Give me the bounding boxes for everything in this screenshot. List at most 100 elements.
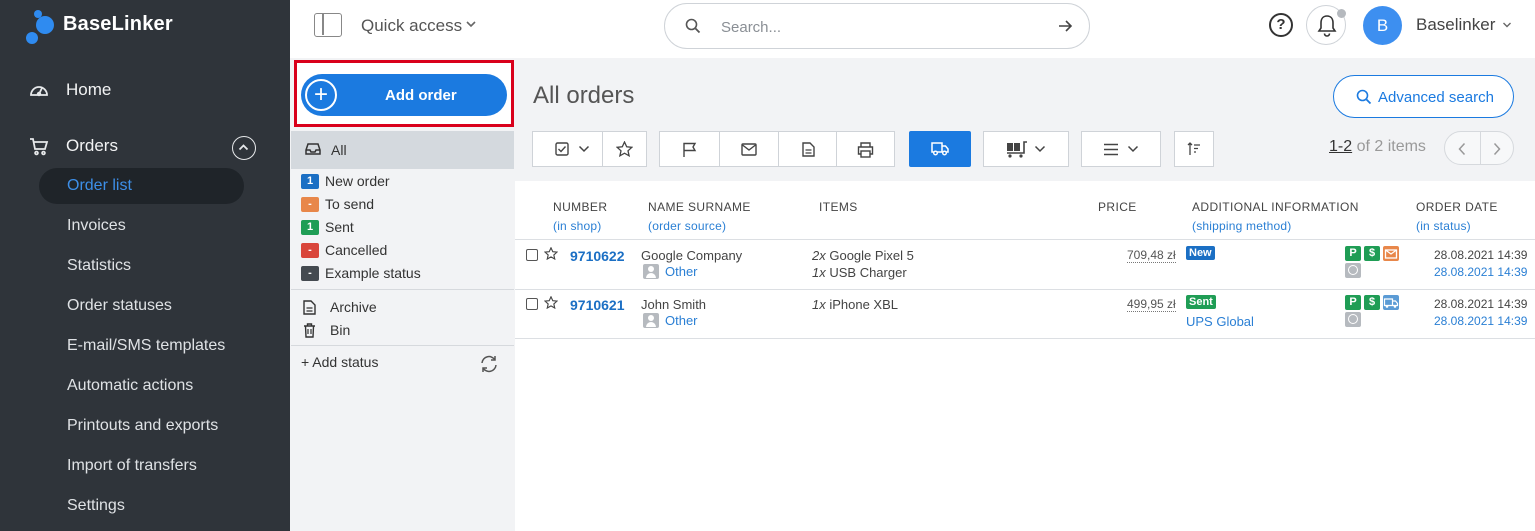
- warehouse-dropdown[interactable]: [983, 131, 1069, 167]
- truck-icon[interactable]: [1383, 295, 1399, 310]
- nav-orders[interactable]: Orders: [28, 135, 118, 157]
- checkbox-icon: [555, 142, 569, 156]
- bin-label: Bin: [330, 322, 351, 338]
- divider: [515, 289, 1535, 290]
- user-icon: [643, 264, 659, 279]
- header-label: ADDITIONAL INFORMATION: [1192, 200, 1359, 214]
- truck-icon: [931, 142, 949, 156]
- select-dropdown-button[interactable]: [533, 132, 603, 166]
- chevron-right-icon[interactable]: [1492, 142, 1502, 156]
- column-header-items[interactable]: ITEMS: [819, 200, 858, 214]
- chevron-left-icon[interactable]: [1457, 142, 1467, 156]
- column-header-price[interactable]: PRICE: [1098, 200, 1137, 214]
- search-input[interactable]: [721, 15, 1021, 39]
- print-button[interactable]: [837, 132, 894, 166]
- add-order-button[interactable]: + Add order: [301, 74, 507, 116]
- divider: [291, 289, 514, 290]
- chevron-down-icon: [578, 145, 590, 153]
- sidebar-item-invoices[interactable]: Invoices: [39, 208, 244, 244]
- email-button[interactable]: [720, 132, 779, 166]
- favorite-filter-button[interactable]: [603, 132, 646, 166]
- order-number-link[interactable]: 9710621: [570, 297, 625, 313]
- column-header-name[interactable]: NAME SURNAME (order source): [648, 200, 751, 233]
- help-icon[interactable]: ?: [1269, 13, 1293, 37]
- status-sent[interactable]: 1 Sent: [301, 219, 354, 235]
- status-to-send[interactable]: - To send: [301, 196, 374, 212]
- order-price: 709,48 zł: [1127, 248, 1176, 263]
- info-icon[interactable]: [1345, 263, 1361, 278]
- star-icon[interactable]: [544, 296, 558, 309]
- advanced-search-button[interactable]: Advanced search: [1333, 75, 1514, 118]
- column-header-additional-info[interactable]: ADDITIONAL INFORMATION (shipping method): [1192, 200, 1359, 233]
- bell-icon: [1317, 15, 1337, 37]
- sidebar-item-settings[interactable]: Settings: [39, 488, 244, 524]
- status-label: Sent: [325, 219, 354, 235]
- divider: [515, 338, 1535, 339]
- document-button[interactable]: [779, 132, 837, 166]
- trash-icon: [304, 322, 315, 338]
- brand-logo[interactable]: BaseLinker: [26, 10, 173, 44]
- more-actions-dropdown[interactable]: [1081, 131, 1161, 167]
- status-badge[interactable]: New: [1186, 246, 1215, 260]
- user-name[interactable]: Baselinker: [1416, 15, 1495, 35]
- sidebar-item-statistics[interactable]: Statistics: [39, 248, 244, 284]
- topbar: Quick access ? B Baselinker: [290, 0, 1535, 58]
- shipping-button[interactable]: [909, 131, 971, 167]
- flag-button[interactable]: [660, 132, 720, 166]
- sidebar-item-email-sms-templates[interactable]: E-mail/SMS templates: [39, 328, 244, 364]
- printer-icon: [857, 142, 874, 158]
- column-header-number[interactable]: NUMBER (in shop): [553, 200, 607, 233]
- payment-dollar-icon[interactable]: $: [1364, 295, 1380, 310]
- filter-archive[interactable]: Archive: [303, 299, 377, 315]
- order-source[interactable]: Other: [643, 313, 698, 328]
- chevron-down-icon[interactable]: [465, 19, 477, 29]
- order-source[interactable]: Other: [643, 264, 698, 279]
- search-icon: [1356, 89, 1372, 105]
- sidebar: BaseLinker Home Orders Order list Invoic…: [0, 0, 290, 531]
- sidebar-item-import-transfers[interactable]: Import of transfers: [39, 448, 244, 484]
- filter-bin[interactable]: Bin: [303, 322, 350, 338]
- order-number-link[interactable]: 9710622: [570, 248, 625, 264]
- add-status-link[interactable]: + Add status: [301, 354, 378, 370]
- status-new-order[interactable]: 1 New order: [301, 173, 390, 189]
- toolbar-group-select: [532, 131, 647, 167]
- brand-name: BaseLinker: [63, 12, 173, 35]
- pagination-total: of 2 items: [1352, 138, 1426, 155]
- sidebar-item-automatic-actions[interactable]: Automatic actions: [39, 368, 244, 404]
- row-checkbox[interactable]: [526, 298, 538, 310]
- header-label: PRICE: [1098, 200, 1137, 214]
- sidebar-item-printouts-exports[interactable]: Printouts and exports: [39, 408, 244, 444]
- paid-p-icon[interactable]: P: [1345, 295, 1361, 310]
- quick-access-label[interactable]: Quick access: [361, 16, 462, 36]
- search-icon: [685, 18, 701, 34]
- star-icon[interactable]: [544, 247, 558, 260]
- header-label: NAME SURNAME: [648, 200, 751, 214]
- refresh-icon[interactable]: [479, 354, 499, 374]
- document-icon: [303, 299, 316, 315]
- divider: [291, 345, 514, 346]
- paid-p-icon[interactable]: P: [1345, 246, 1361, 261]
- plus-icon: +: [305, 79, 337, 111]
- row-checkbox[interactable]: [526, 249, 538, 261]
- sidebar-item-order-statuses[interactable]: Order statuses: [39, 288, 244, 324]
- nav-home[interactable]: Home: [28, 79, 111, 101]
- status-example[interactable]: - Example status: [301, 265, 421, 281]
- filter-all[interactable]: All: [291, 131, 514, 169]
- order-source-label: Other: [665, 313, 698, 328]
- shipping-method: UPS Global: [1186, 314, 1254, 329]
- column-header-order-date[interactable]: ORDER DATE (in status): [1416, 200, 1498, 233]
- payment-dollar-icon[interactable]: $: [1364, 246, 1380, 261]
- arrow-right-icon[interactable]: [1057, 18, 1073, 34]
- toggle-sidebar-icon[interactable]: [314, 13, 342, 37]
- status-badge[interactable]: Sent: [1186, 295, 1216, 309]
- sidebar-item-order-list[interactable]: Order list: [39, 168, 244, 204]
- package-icon[interactable]: [1383, 246, 1399, 261]
- orders-collapse-button[interactable]: [232, 136, 256, 160]
- advanced-search-label: Advanced search: [1378, 89, 1494, 106]
- status-cancelled[interactable]: - Cancelled: [301, 242, 387, 258]
- pagination-range[interactable]: 1-2: [1329, 138, 1352, 155]
- avatar[interactable]: B: [1363, 6, 1402, 45]
- chevron-down-icon[interactable]: [1502, 21, 1512, 29]
- sort-button[interactable]: [1174, 131, 1214, 167]
- info-icon[interactable]: [1345, 312, 1361, 327]
